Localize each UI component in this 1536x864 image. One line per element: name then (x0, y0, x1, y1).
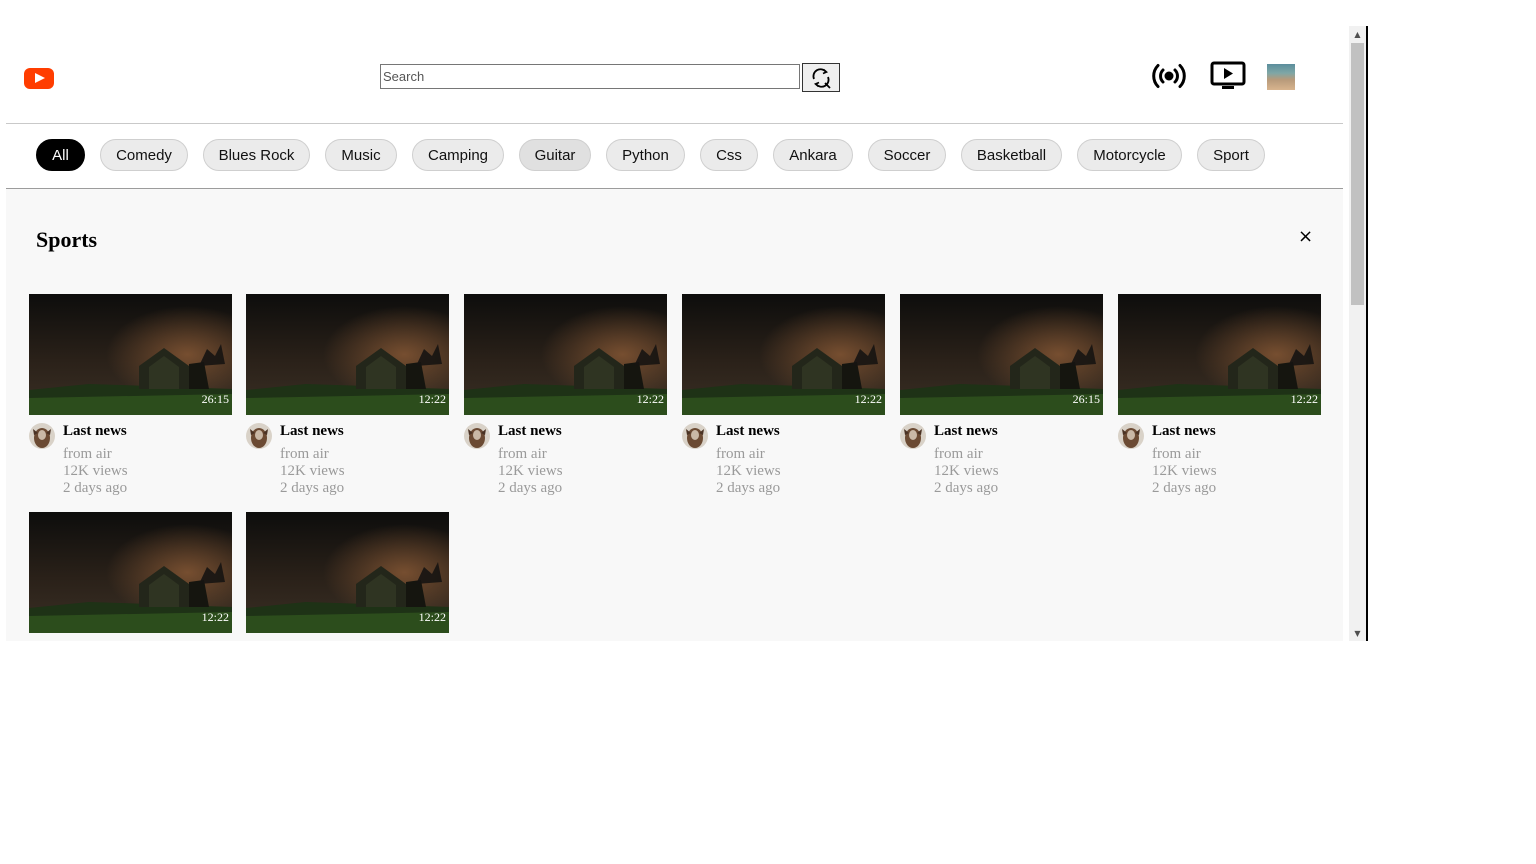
chip-blues-rock[interactable]: Blues Rock (203, 139, 310, 171)
video-age: 2 days ago (498, 480, 563, 496)
video-card[interactable]: 12:22 Last news from air12K views2 days ag… (1118, 294, 1321, 496)
channel-avatar[interactable] (682, 423, 708, 449)
video-duration: 12:22 (418, 392, 446, 406)
channel-avatar[interactable] (464, 423, 490, 449)
chip-sport[interactable]: Sport (1197, 139, 1265, 171)
page-frame: All Comedy Blues Rock Music Camping Guit… (6, 26, 1343, 641)
video-age: 2 days ago (934, 480, 999, 496)
video-card[interactable]: 12:22 Last news from air12K views2 days ag… (682, 294, 885, 496)
chip-ankara[interactable]: Ankara (773, 139, 853, 171)
window-edge (1366, 26, 1368, 641)
video-age: 2 days ago (280, 480, 345, 496)
channel-avatar[interactable] (900, 423, 926, 449)
video-title[interactable]: Last news (716, 423, 780, 440)
video-card[interactable]: 26:15 Last news from air 12K views 2 days ag… (900, 294, 1103, 496)
video-card[interactable]: 12:22 Last news from air12K views2 days ag… (464, 294, 667, 496)
video-card[interactable]: 12:22 Last newsfrom air12K views2 days ag… (29, 512, 232, 641)
video-channel[interactable]: from air (498, 446, 547, 463)
top-header (6, 26, 1343, 124)
vertical-scrollbar[interactable]: ▲ ▼ (1349, 26, 1366, 641)
video-views: 12K views (498, 463, 563, 479)
video-thumbnail[interactable]: 12:22 (246, 512, 449, 633)
video-duration: 12:22 (1290, 392, 1318, 406)
video-meta: Last news from air12K views2 days ago (900, 415, 1103, 496)
video-thumbnail[interactable]: 12:22 (246, 294, 449, 415)
video-duration: 12:22 (418, 610, 446, 624)
video-thumbnail[interactable]: 12:22 (29, 512, 232, 633)
video-title[interactable]: Last news (1152, 423, 1216, 440)
video-thumbnail[interactable]: 12:22 (1118, 294, 1321, 415)
video-duration: 26:15 (201, 392, 229, 406)
video-thumbnail[interactable]: 12:22 (464, 294, 667, 415)
video-title[interactable]: Last news (498, 423, 562, 440)
search-button[interactable] (802, 63, 840, 92)
video-title[interactable]: Last news (280, 423, 344, 440)
video-duration: 26:15 (1072, 392, 1100, 406)
scroll-up-arrow-icon[interactable]: ▲ (1349, 28, 1366, 42)
scroll-down-arrow-icon[interactable]: ▼ (1349, 627, 1366, 641)
channel-avatar[interactable] (29, 423, 55, 449)
chip-soccer[interactable]: Soccer (868, 139, 946, 171)
video-thumbnail[interactable]: 26:15 (29, 294, 232, 415)
search-input[interactable] (380, 64, 800, 89)
video-channel[interactable]: from air (716, 446, 765, 463)
video-meta: Last news from air12K views2 days ago (246, 415, 449, 496)
user-avatar[interactable] (1267, 64, 1295, 90)
video-views: 12K views (63, 463, 128, 479)
tv-play-icon[interactable] (1210, 61, 1246, 91)
channel-avatar[interactable] (1118, 423, 1144, 449)
video-age: 2 days ago (63, 480, 128, 496)
video-views: 12K views (934, 463, 999, 479)
video-card[interactable]: 12:22 Last news from air12K views2 days ag… (246, 294, 449, 496)
video-meta: Last news from air12K views2 days ago (1118, 415, 1321, 496)
video-meta: Last news from air12K views2 days ago (682, 415, 885, 496)
video-card[interactable]: 12:22 Last newsfrom air12K views2 days ag… (246, 512, 449, 641)
youtube-logo-icon[interactable] (24, 68, 54, 89)
video-age: 2 days ago (716, 480, 781, 496)
video-meta: Last newsfrom air12K views2 days ago (29, 633, 232, 641)
close-section-button[interactable]: × (1298, 227, 1313, 247)
chip-python[interactable]: Python (606, 139, 685, 171)
video-duration: 12:22 (854, 392, 882, 406)
chip-music[interactable]: Music (325, 139, 397, 171)
chip-camping[interactable]: Camping (412, 139, 504, 171)
section-title: Sports (36, 227, 98, 252)
video-duration: 12:22 (636, 392, 664, 406)
video-thumbnail[interactable]: 26:15 (900, 294, 1103, 415)
video-title[interactable]: Last news (934, 423, 998, 440)
chip-css[interactable]: Css (700, 139, 758, 171)
chip-motorcycle[interactable]: Motorcycle (1077, 139, 1182, 171)
video-views: 12K views (716, 463, 781, 479)
chip-comedy[interactable]: Comedy (100, 139, 188, 171)
video-card[interactable]: 26:15 Last news from air 12K views 2 days ag… (29, 294, 232, 496)
scrollbar-thumb[interactable] (1351, 43, 1364, 305)
chip-basketball[interactable]: Basketball (961, 139, 1062, 171)
video-title[interactable]: Last news (63, 423, 127, 440)
video-channel[interactable]: from air (934, 446, 983, 463)
video-channel[interactable]: from air (63, 446, 112, 463)
live-broadcast-icon[interactable] (1152, 62, 1186, 90)
category-chips-bar: All Comedy Blues Rock Music Camping Guit… (6, 124, 1343, 189)
video-age: 2 days ago (1152, 480, 1217, 496)
video-channel[interactable]: from air (1152, 446, 1201, 463)
video-channel[interactable]: from air (280, 446, 329, 463)
chip-all[interactable]: All (36, 139, 85, 171)
video-meta: Last news from air12K views2 days ago (464, 415, 667, 496)
channel-avatar[interactable] (246, 423, 272, 449)
video-views: 12K views (280, 463, 345, 479)
video-duration: 12:22 (201, 610, 229, 624)
video-meta: Last news from air12K views2 days ago (29, 415, 232, 496)
chip-guitar[interactable]: Guitar (519, 139, 591, 171)
video-views: 12K views (1152, 463, 1217, 479)
video-thumbnail[interactable]: 12:22 (682, 294, 885, 415)
video-meta: Last newsfrom air12K views2 days ago (246, 633, 449, 641)
main-content: Sports × 26:15 Last news from air 12K views… (6, 189, 1343, 641)
refresh-search-icon (812, 67, 831, 89)
